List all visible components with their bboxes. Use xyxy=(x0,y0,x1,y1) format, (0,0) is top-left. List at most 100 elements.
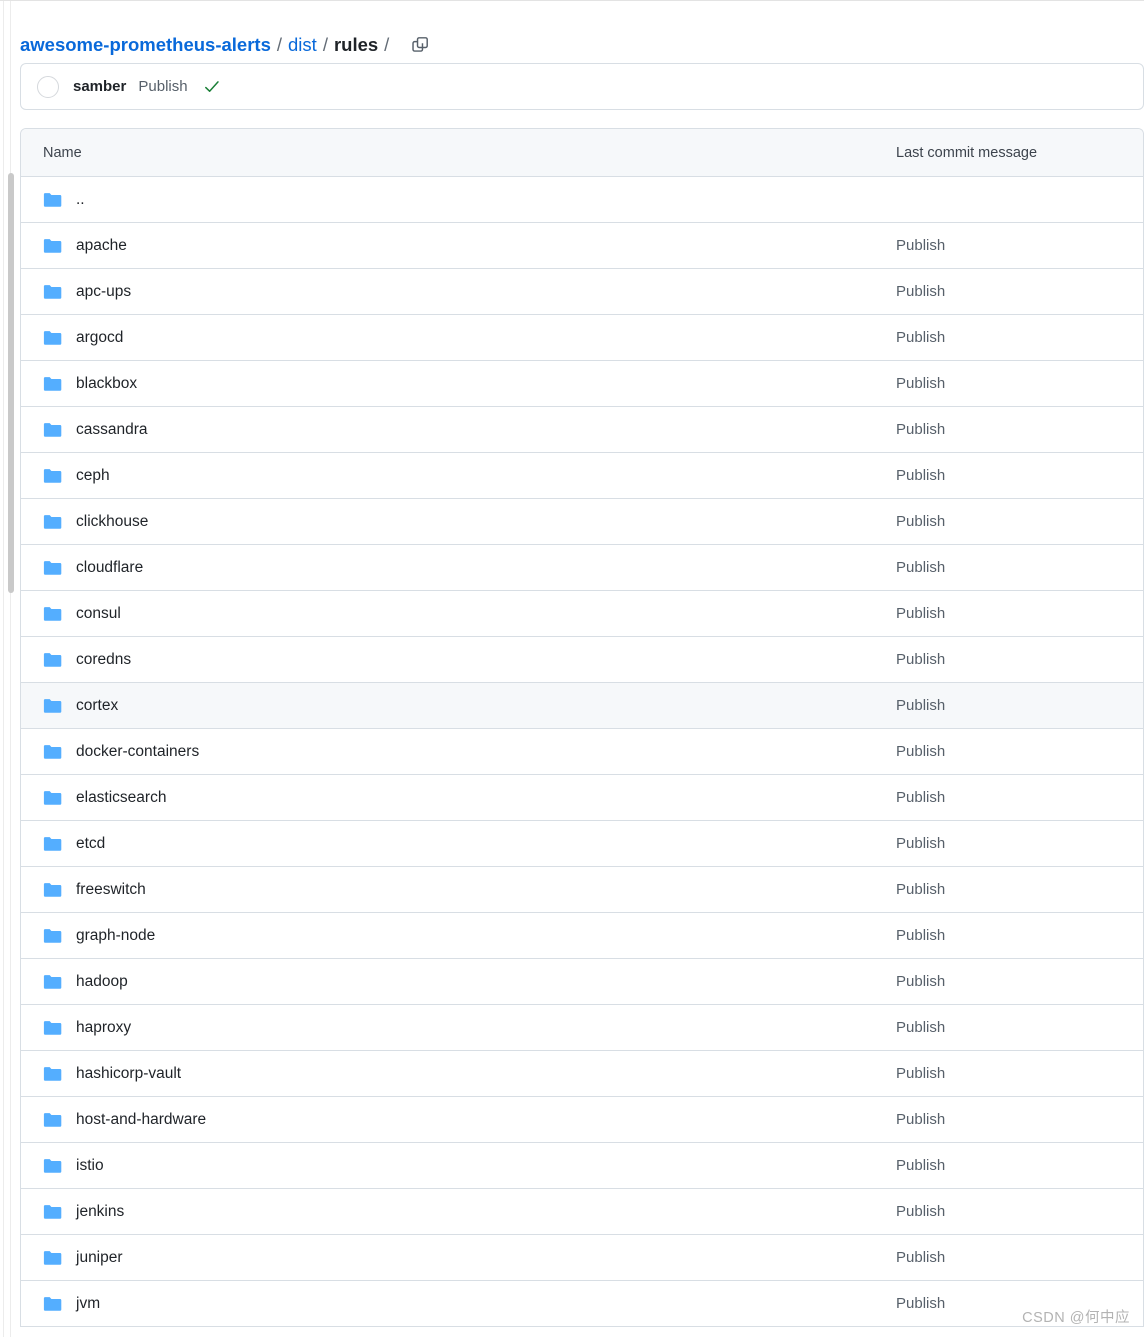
row-name-label[interactable]: etcd xyxy=(76,835,105,853)
row-name-label[interactable]: cassandra xyxy=(76,421,148,439)
row-name-label[interactable]: argocd xyxy=(76,329,123,347)
row-name-label[interactable]: apache xyxy=(76,237,127,255)
row-name-label[interactable]: apc-ups xyxy=(76,283,131,301)
check-icon[interactable] xyxy=(204,79,220,95)
row-last-commit-message[interactable]: Publish xyxy=(874,1111,1143,1128)
table-row[interactable]: .. xyxy=(21,177,1143,223)
row-name-label[interactable]: istio xyxy=(76,1157,104,1175)
vertical-scrollbar[interactable] xyxy=(3,1,14,1337)
row-last-commit-message[interactable]: Publish xyxy=(874,375,1143,392)
row-name-cell: docker-containers xyxy=(21,743,874,761)
row-name-cell: apc-ups xyxy=(21,283,874,301)
row-name-label[interactable]: hadoop xyxy=(76,973,128,991)
folder-icon xyxy=(43,744,62,760)
avatar xyxy=(37,75,59,98)
row-name-label[interactable]: docker-containers xyxy=(76,743,199,761)
table-row[interactable]: ceph Publish xyxy=(21,453,1143,499)
folder-icon xyxy=(43,698,62,714)
row-name-label[interactable]: cortex xyxy=(76,697,118,715)
row-name-label[interactable]: jvm xyxy=(76,1295,100,1313)
row-last-commit-message[interactable]: Publish xyxy=(874,927,1143,944)
file-browser-page: awesome-prometheus-alerts / dist / rules… xyxy=(12,1,1144,1337)
row-name-cell: cloudflare xyxy=(21,559,874,577)
folder-icon xyxy=(43,1020,62,1036)
table-row[interactable]: hadoop Publish xyxy=(21,959,1143,1005)
row-name-label[interactable]: ceph xyxy=(76,467,110,485)
row-last-commit-message[interactable]: Publish xyxy=(874,743,1143,760)
table-row[interactable]: istio Publish xyxy=(21,1143,1143,1189)
row-name-label[interactable]: juniper xyxy=(76,1249,123,1267)
row-name-label[interactable]: hashicorp-vault xyxy=(76,1065,181,1083)
table-row[interactable]: apache Publish xyxy=(21,223,1143,269)
copy-path-icon[interactable] xyxy=(409,34,431,56)
row-name-cell: coredns xyxy=(21,651,874,669)
row-last-commit-message[interactable]: Publish xyxy=(874,237,1143,254)
commit-author[interactable]: samber xyxy=(73,78,126,95)
table-row[interactable]: etcd Publish xyxy=(21,821,1143,867)
row-last-commit-message[interactable]: Publish xyxy=(874,329,1143,346)
breadcrumb-separator-2: / xyxy=(322,33,328,55)
row-name-label[interactable]: coredns xyxy=(76,651,131,669)
row-name-label[interactable]: jenkins xyxy=(76,1203,124,1221)
row-name-cell: etcd xyxy=(21,835,874,853)
row-last-commit-message[interactable]: Publish xyxy=(874,1249,1143,1266)
table-row[interactable]: argocd Publish xyxy=(21,315,1143,361)
table-row[interactable]: jvm Publish xyxy=(21,1281,1143,1327)
row-name-label[interactable]: elasticsearch xyxy=(76,789,166,807)
row-name-label[interactable]: blackbox xyxy=(76,375,137,393)
row-last-commit-message[interactable]: Publish xyxy=(874,1065,1143,1082)
table-row[interactable]: cloudflare Publish xyxy=(21,545,1143,591)
row-name-cell: cassandra xyxy=(21,421,874,439)
table-row[interactable]: freeswitch Publish xyxy=(21,867,1143,913)
row-last-commit-message[interactable]: Publish xyxy=(874,789,1143,806)
table-row[interactable]: juniper Publish xyxy=(21,1235,1143,1281)
table-row[interactable]: cassandra Publish xyxy=(21,407,1143,453)
row-name-cell: cortex xyxy=(21,697,874,715)
table-row[interactable]: docker-containers Publish xyxy=(21,729,1143,775)
folder-icon xyxy=(43,560,62,576)
row-name-label[interactable]: consul xyxy=(76,605,121,623)
row-last-commit-message[interactable]: Publish xyxy=(874,421,1143,438)
table-row[interactable]: jenkins Publish xyxy=(21,1189,1143,1235)
row-last-commit-message[interactable]: Publish xyxy=(874,697,1143,714)
row-last-commit-message[interactable]: Publish xyxy=(874,1157,1143,1174)
row-name-label[interactable]: haproxy xyxy=(76,1019,131,1037)
row-last-commit-message[interactable]: Publish xyxy=(874,559,1143,576)
table-row[interactable]: haproxy Publish xyxy=(21,1005,1143,1051)
table-row[interactable]: cortex Publish xyxy=(21,683,1143,729)
table-row[interactable]: clickhouse Publish xyxy=(21,499,1143,545)
row-last-commit-message[interactable]: Publish xyxy=(874,973,1143,990)
folder-icon xyxy=(43,882,62,898)
row-name-label[interactable]: freeswitch xyxy=(76,881,146,899)
row-name-label[interactable]: .. xyxy=(76,191,85,209)
row-name-label[interactable]: host-and-hardware xyxy=(76,1111,206,1129)
row-last-commit-message[interactable]: Publish xyxy=(874,1203,1143,1220)
row-name-label[interactable]: clickhouse xyxy=(76,513,148,531)
folder-icon xyxy=(43,974,62,990)
table-row[interactable]: host-and-hardware Publish xyxy=(21,1097,1143,1143)
table-row[interactable]: apc-ups Publish xyxy=(21,269,1143,315)
breadcrumb-repo-link[interactable]: awesome-prometheus-alerts xyxy=(20,35,271,55)
table-row[interactable]: graph-node Publish xyxy=(21,913,1143,959)
folder-icon xyxy=(43,330,62,346)
commit-message[interactable]: Publish xyxy=(138,78,187,95)
row-name-label[interactable]: graph-node xyxy=(76,927,155,945)
column-header-name: Name xyxy=(43,144,82,161)
row-name-label[interactable]: cloudflare xyxy=(76,559,143,577)
table-row[interactable]: consul Publish xyxy=(21,591,1143,637)
table-row[interactable]: elasticsearch Publish xyxy=(21,775,1143,821)
row-last-commit-message[interactable]: Publish xyxy=(874,467,1143,484)
row-last-commit-message[interactable]: Publish xyxy=(874,881,1143,898)
row-last-commit-message[interactable]: Publish xyxy=(874,605,1143,622)
row-last-commit-message[interactable]: Publish xyxy=(874,513,1143,530)
table-row[interactable]: blackbox Publish xyxy=(21,361,1143,407)
table-row[interactable]: hashicorp-vault Publish xyxy=(21,1051,1143,1097)
table-row[interactable]: coredns Publish xyxy=(21,637,1143,683)
row-last-commit-message[interactable]: Publish xyxy=(874,1019,1143,1036)
row-last-commit-message[interactable]: Publish xyxy=(874,651,1143,668)
row-name-cell: consul xyxy=(21,605,874,623)
folder-icon xyxy=(43,1158,62,1174)
row-last-commit-message[interactable]: Publish xyxy=(874,835,1143,852)
row-last-commit-message[interactable]: Publish xyxy=(874,283,1143,300)
breadcrumb-dir-link-dist[interactable]: dist xyxy=(288,35,317,55)
